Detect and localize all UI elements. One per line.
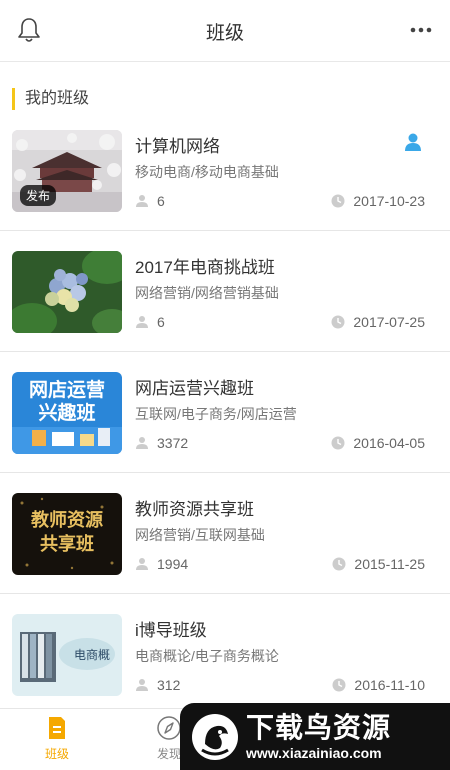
person-icon (136, 316, 148, 328)
tab-class-label: 班级 (44, 747, 69, 761)
bird-logo (192, 713, 238, 760)
thumb-text: 电商概 (74, 647, 110, 662)
class-name: 计算机网络 (135, 137, 220, 156)
clock-icon (332, 557, 346, 571)
class-date: 2016-04-05 (331, 434, 425, 452)
class-category: 网络营销/网络营销基础 (135, 285, 279, 301)
class-date-value: 2017-07-25 (353, 314, 425, 330)
class-date-value: 2017-10-23 (353, 193, 425, 209)
clock-icon (331, 436, 345, 450)
member-count: 1994 (135, 555, 188, 573)
member-count-value: 6 (157, 193, 165, 209)
thumb-text: 共享班 (40, 533, 94, 554)
class-thumbnail: 电商概 (12, 614, 122, 696)
class-name: 网店运营兴趣班 (135, 379, 254, 398)
thumb-text: 网店运营 (29, 378, 105, 401)
section-title: 我的班级 (12, 88, 89, 110)
class-date: 2016-11-10 (332, 676, 425, 694)
class-category: 电商概论/电子商务概论 (135, 648, 279, 664)
publish-badge: 发布 (20, 185, 57, 206)
clock-icon (332, 678, 346, 692)
clock-icon (331, 194, 345, 208)
tab-discover-label: 发现 (156, 747, 181, 761)
class-item[interactable]: 教师资源 共享班 教师资源共享班 网络营销/互联网基础 1994 2015-11… (0, 473, 450, 594)
class-date: 2015-11-25 (332, 555, 425, 573)
class-thumbnail: 教师资源 共享班 (12, 493, 122, 575)
class-thumbnail (12, 251, 122, 333)
class-category: 互联网/电子商务/网店运营 (135, 406, 297, 422)
compass-icon (157, 716, 181, 740)
thumb-text: 教师资源 (31, 509, 103, 530)
member-count: 6 (135, 192, 165, 210)
class-category: 网络营销/互联网基础 (135, 527, 265, 543)
watermark: 下载鸟资源 www.xiazainiao.com (180, 703, 450, 770)
member-count: 3372 (135, 434, 188, 452)
class-date: 2017-07-25 (331, 313, 425, 331)
member-count-value: 6 (157, 314, 165, 330)
class-book-icon (49, 717, 65, 739)
watermark-title: 下载鸟资源 (246, 711, 392, 743)
class-name: 教师资源共享班 (135, 500, 254, 519)
tab-class[interactable]: 班级 (27, 715, 87, 762)
clock-icon (331, 315, 345, 329)
person-icon (136, 558, 148, 570)
member-count-value: 312 (157, 677, 181, 693)
page-title: 班级 (205, 23, 244, 44)
class-thumbnail: 发布 (12, 130, 122, 212)
class-date-value: 2016-04-05 (353, 435, 425, 451)
class-date: 2017-10-23 (331, 192, 425, 210)
person-icon (136, 679, 148, 691)
class-category: 移动电商/移动电商基础 (135, 164, 279, 180)
member-count: 312 (135, 676, 180, 694)
user-icon (405, 133, 421, 151)
class-date-value: 2015-11-25 (354, 556, 425, 572)
more-icon[interactable] (408, 20, 434, 40)
class-item[interactable]: 2017年电商挑战班 网络营销/网络营销基础 6 2017-07-25 (0, 231, 450, 352)
member-count-value: 3372 (157, 435, 189, 451)
class-name: i博导班级 (135, 621, 207, 640)
class-item[interactable]: 网店运营 兴趣班 网店运营兴趣班 互联网/电子商务/网店运营 3372 2016… (0, 352, 450, 473)
watermark-url: www.xiazainiao.com (246, 744, 382, 761)
thumb-text: 兴趣班 (38, 401, 95, 424)
class-name: 2017年电商挑战班 (135, 258, 275, 277)
person-icon (136, 195, 148, 207)
person-icon (136, 437, 148, 449)
app-header: 班级 (0, 0, 450, 62)
class-thumbnail: 网店运营 兴趣班 (12, 372, 122, 454)
class-list: 发布 计算机网络 移动电商/移动电商基础 6 2017-10-23 2017年电… (0, 110, 450, 715)
member-count-value: 1994 (157, 556, 189, 572)
class-date-value: 2016-11-10 (354, 677, 425, 693)
member-count: 6 (135, 313, 165, 331)
class-item[interactable]: 发布 计算机网络 移动电商/移动电商基础 6 2017-10-23 (0, 110, 450, 231)
class-item[interactable]: 电商概 i博导班级 电商概论/电子商务概论 312 2016-11-10 (0, 594, 450, 715)
